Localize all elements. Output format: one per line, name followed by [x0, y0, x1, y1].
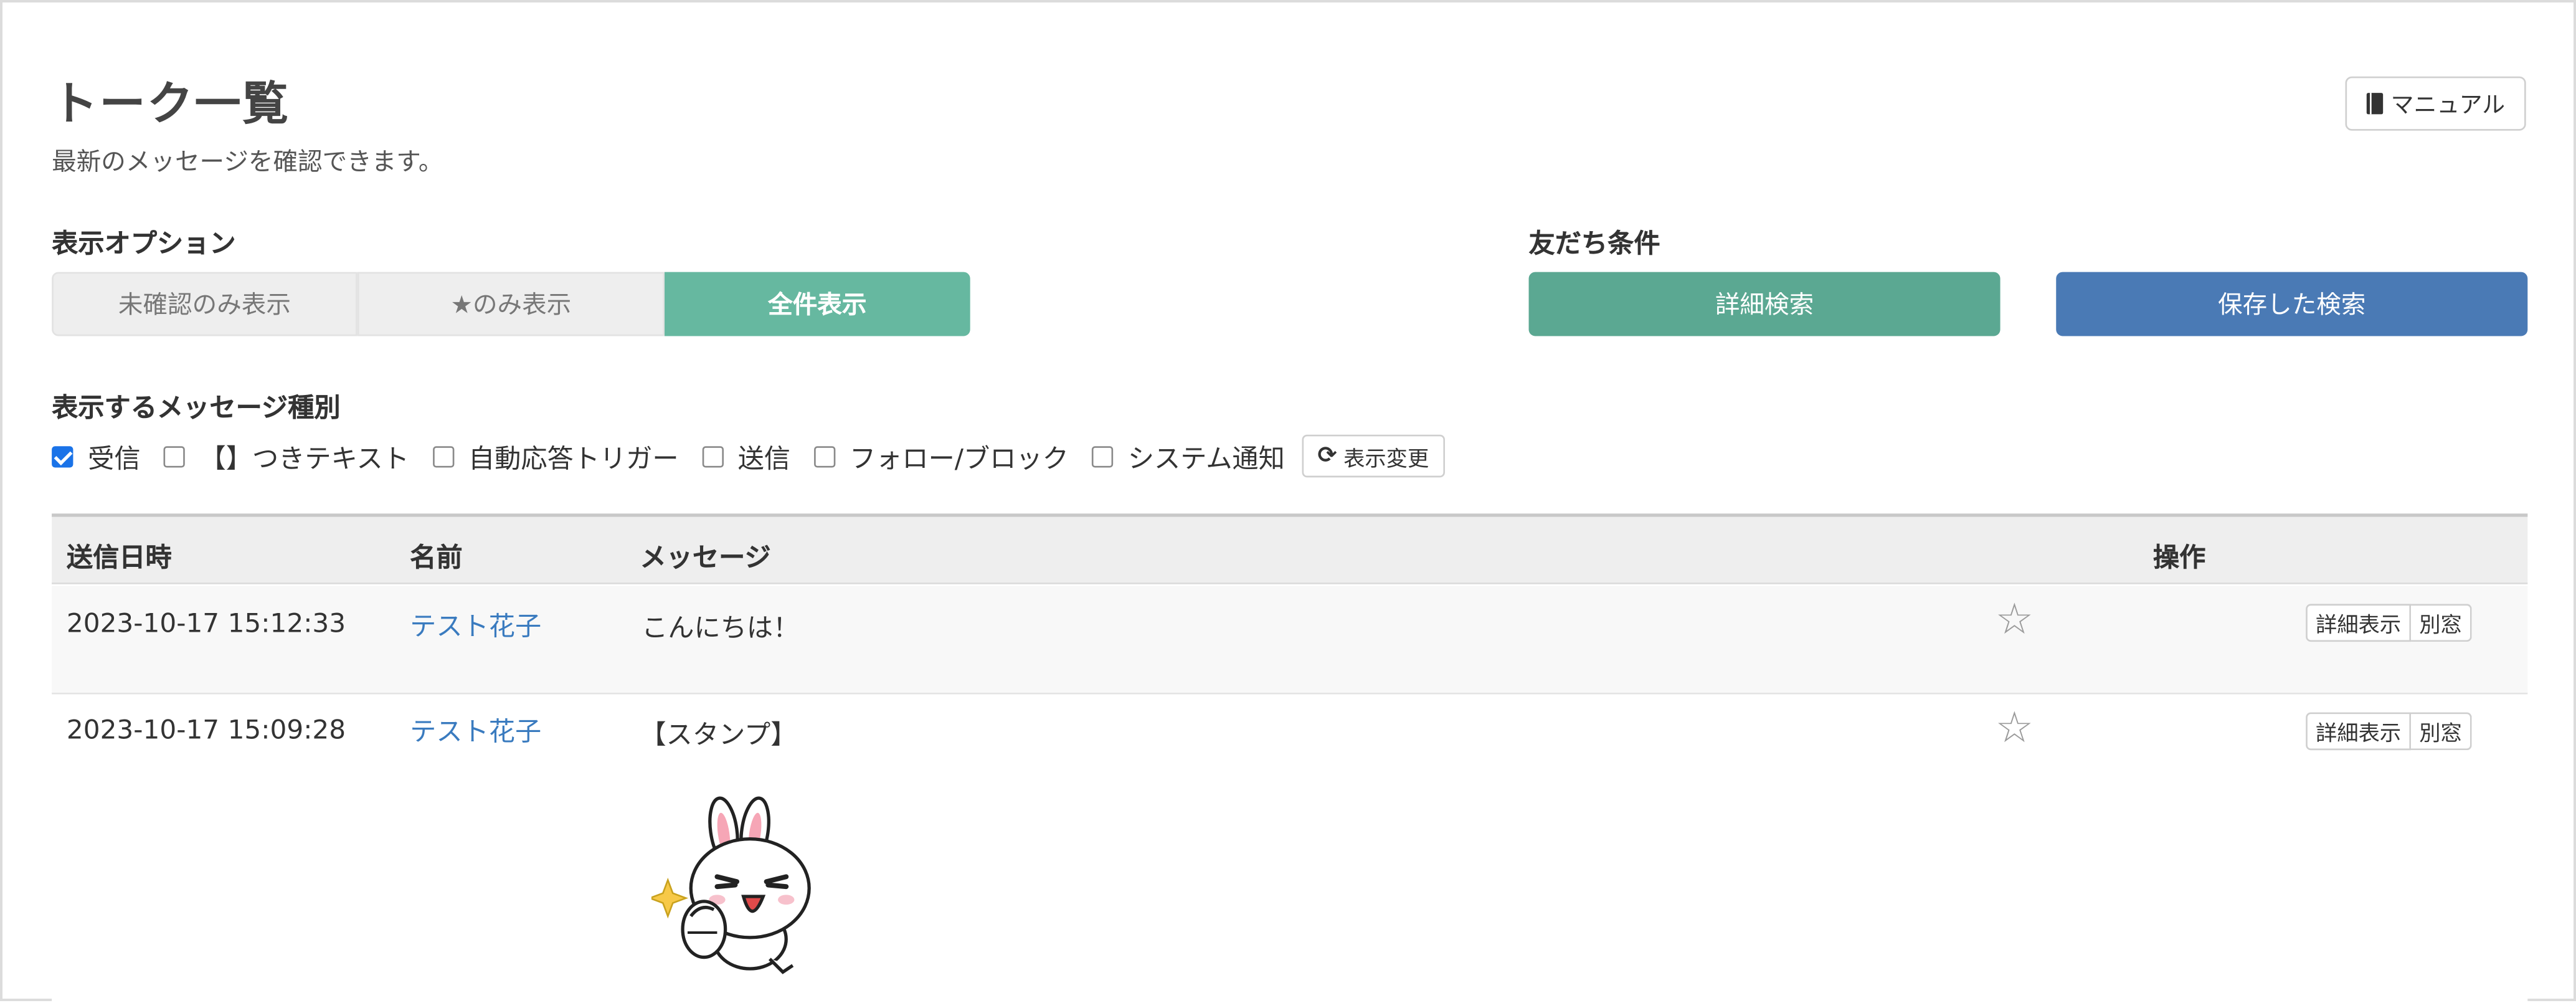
- header-message: メッセージ: [640, 541, 771, 573]
- header-actions: 操作: [2152, 541, 2206, 573]
- header-name: 名前: [410, 541, 463, 573]
- open-window-button[interactable]: 別窓: [2411, 712, 2472, 751]
- row-name-link[interactable]: テスト花子: [410, 604, 541, 643]
- checkbox-system-notice[interactable]: [1091, 445, 1114, 467]
- row-message: こんにちは！: [642, 612, 800, 644]
- page-title: トーク一覧: [52, 76, 290, 131]
- checkbox-auto-reply-trigger[interactable]: [432, 445, 454, 467]
- row-datetime: 2023-10-17 15:09:28: [66, 714, 346, 746]
- table-row: 2023-10-17 15:09:28 テスト花子 【スタンプ】 ☆ 詳細表示 …: [52, 696, 2528, 1003]
- rabbit-sticker-image: [651, 796, 811, 974]
- row-actions: 詳細表示 別窓: [2306, 604, 2472, 642]
- display-options-label: 表示オプション: [52, 227, 236, 259]
- star-icon[interactable]: ☆: [1996, 708, 2034, 751]
- checkbox-received[interactable]: [52, 445, 73, 467]
- page-subtitle: 最新のメッセージを確認できます。: [52, 147, 443, 177]
- message-types-label: 表示するメッセージ種別: [52, 392, 341, 424]
- filter-show-all[interactable]: 全件表示: [665, 272, 970, 336]
- refresh-icon: ⟳: [1317, 442, 1337, 470]
- filter-unread-only[interactable]: 未確認のみ表示: [52, 272, 358, 336]
- manual-button-label: マニュアル: [2390, 92, 2506, 118]
- book-icon: [2366, 93, 2383, 115]
- refresh-display-label: 表示変更: [1343, 447, 1429, 472]
- friend-conditions-label: 友だち条件: [1528, 227, 1660, 259]
- row-name-link[interactable]: テスト花子: [410, 709, 541, 748]
- detail-search-button[interactable]: 詳細検索: [1528, 272, 2001, 336]
- page-canvas: トーク一覧 最新のメッセージを確認できます。 マニュアル 表示オプション 未確認…: [2, 2, 2576, 1003]
- app-frame: トーク一覧 最新のメッセージを確認できます。 マニュアル 表示オプション 未確認…: [0, 0, 2576, 1003]
- star-icon[interactable]: ☆: [1996, 599, 2034, 642]
- row-actions: 詳細表示 別窓: [2306, 712, 2472, 751]
- filter-starred-only[interactable]: ★のみ表示: [357, 272, 665, 336]
- table-row: 2023-10-17 15:12:33 テスト花子 こんにちは！ ☆ 詳細表示 …: [52, 586, 2528, 695]
- checkbox-sent-label: 送信: [737, 442, 791, 475]
- checkbox-auto-reply-trigger-label: 自動応答トリガー: [468, 442, 679, 475]
- checkbox-bracket-text[interactable]: [163, 445, 185, 467]
- row-message: 【スタンプ】: [640, 719, 797, 751]
- message-type-filters: 受信 【】つきテキスト 自動応答トリガー 送信 フォロー/ブロック システム通知…: [52, 434, 1446, 478]
- checkbox-system-notice-label: システム通知: [1127, 442, 1285, 475]
- manual-button[interactable]: マニュアル: [2345, 76, 2526, 131]
- detail-view-button[interactable]: 詳細表示: [2306, 712, 2412, 751]
- checkbox-follow-block[interactable]: [813, 445, 835, 467]
- checkbox-received-label: 受信: [88, 442, 141, 475]
- checkbox-sent[interactable]: [701, 445, 723, 467]
- checkbox-bracket-text-label: 【】つきテキスト: [199, 442, 409, 475]
- row-datetime: 2023-10-17 15:12:33: [66, 607, 346, 639]
- header-datetime: 送信日時: [66, 541, 172, 573]
- open-window-button[interactable]: 別窓: [2411, 604, 2472, 642]
- saved-search-button[interactable]: 保存した検索: [2056, 272, 2528, 336]
- detail-view-button[interactable]: 詳細表示: [2306, 604, 2412, 642]
- table-header: 送信日時 名前 メッセージ 操作: [52, 513, 2528, 584]
- checkbox-follow-block-label: フォロー/ブロック: [849, 442, 1069, 475]
- refresh-display-button[interactable]: ⟳ 表示変更: [1301, 434, 1446, 478]
